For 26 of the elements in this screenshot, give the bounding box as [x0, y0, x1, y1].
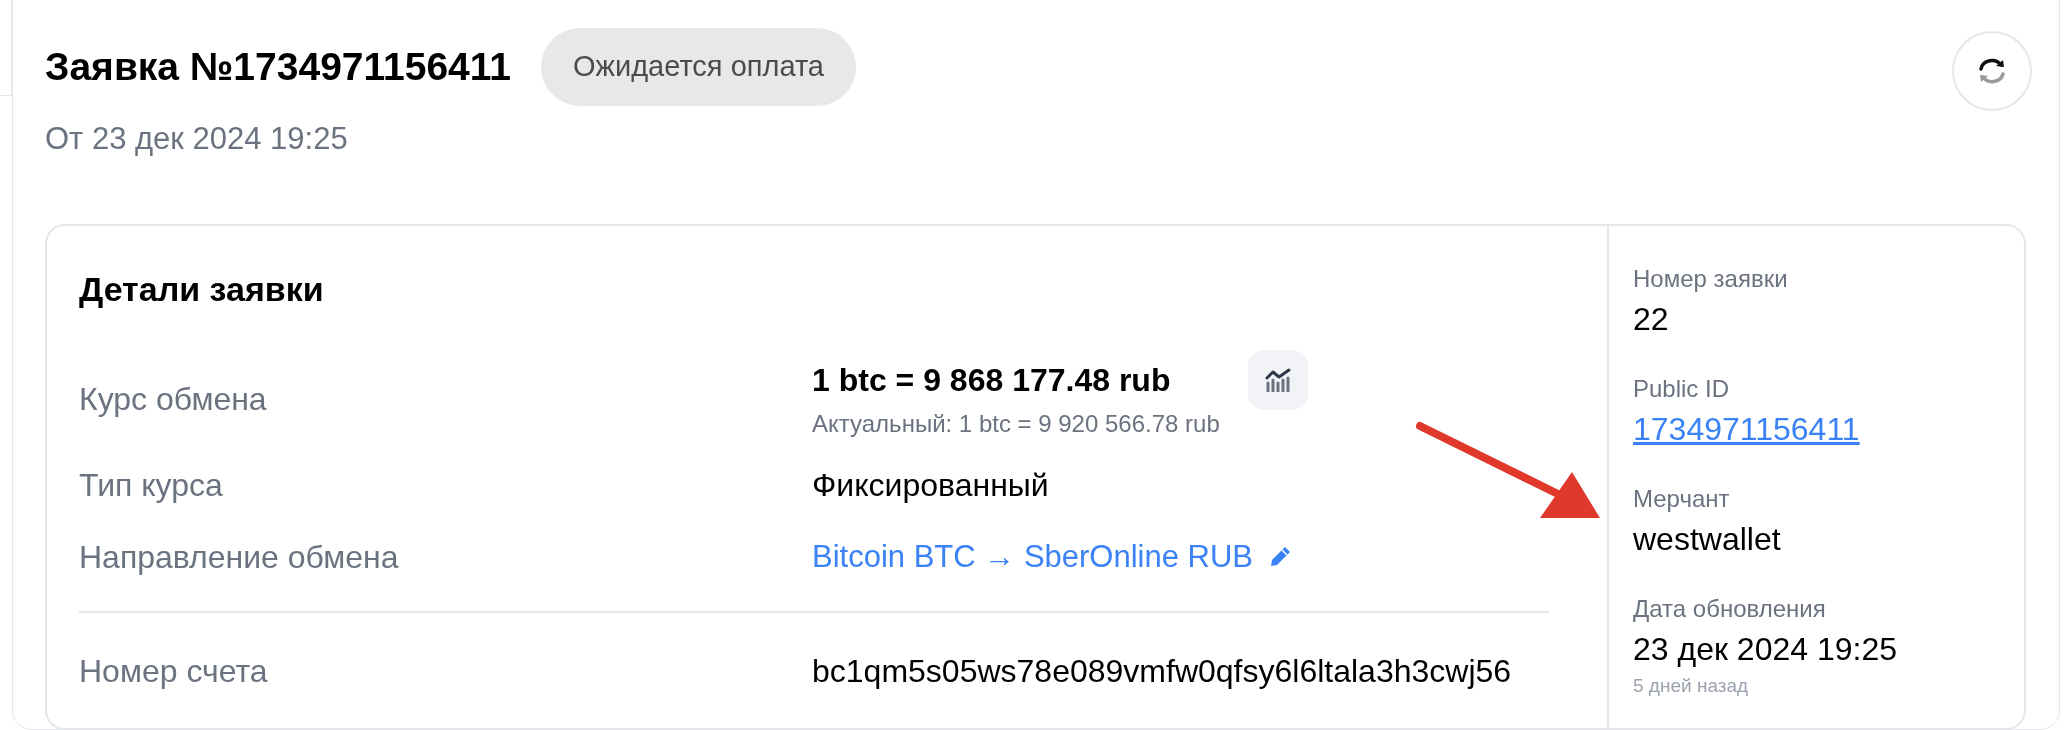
- field-value: bc1qm5s05ws78e089vmfw0qfsy6l6ltala3h3cwj56: [812, 651, 1512, 691]
- refresh-icon: [1977, 57, 2007, 85]
- field-label: Public ID: [1633, 374, 1731, 404]
- public-id-link[interactable]: 1734971156411: [1633, 406, 1860, 452]
- status-badge: Ожидается оплата: [541, 28, 856, 106]
- field-label: Номер счета: [79, 652, 269, 691]
- chart-icon: [1264, 368, 1291, 392]
- page-title: Заявка №1734971156411: [45, 43, 512, 90]
- field-label: Дата обновления: [1633, 594, 1827, 624]
- exchange-direction-link[interactable]: Bitcoin BTC → SberOnline RUB: [812, 533, 1254, 581]
- refresh-button[interactable]: [1952, 31, 2032, 111]
- field-label: Мерчант: [1633, 484, 1731, 514]
- field-value: 22: [1633, 300, 1670, 339]
- current-rate-note: Актуальный: 1 btc = 9 920 566.78 rub: [812, 409, 1220, 439]
- field-label: Направление обмена: [79, 538, 400, 577]
- relative-time: 5 дней назад: [1633, 674, 1750, 698]
- field-label: Курс обмена: [79, 380, 268, 419]
- field-value: 23 дек 2024 19:25: [1633, 630, 1897, 669]
- created-date: От 23 дек 2024 19:25: [45, 119, 349, 158]
- field-label: Тип курса: [79, 466, 224, 505]
- section-title: Детали заявки: [79, 269, 325, 310]
- field-label: Номер заявки: [1633, 264, 1789, 294]
- field-value: Фиксированный: [812, 465, 1050, 505]
- field-value: westwallet: [1633, 520, 1782, 559]
- rate-value: 1 btc = 9 868 177.48 rub: [812, 361, 1172, 400]
- chart-button[interactable]: [1247, 350, 1308, 410]
